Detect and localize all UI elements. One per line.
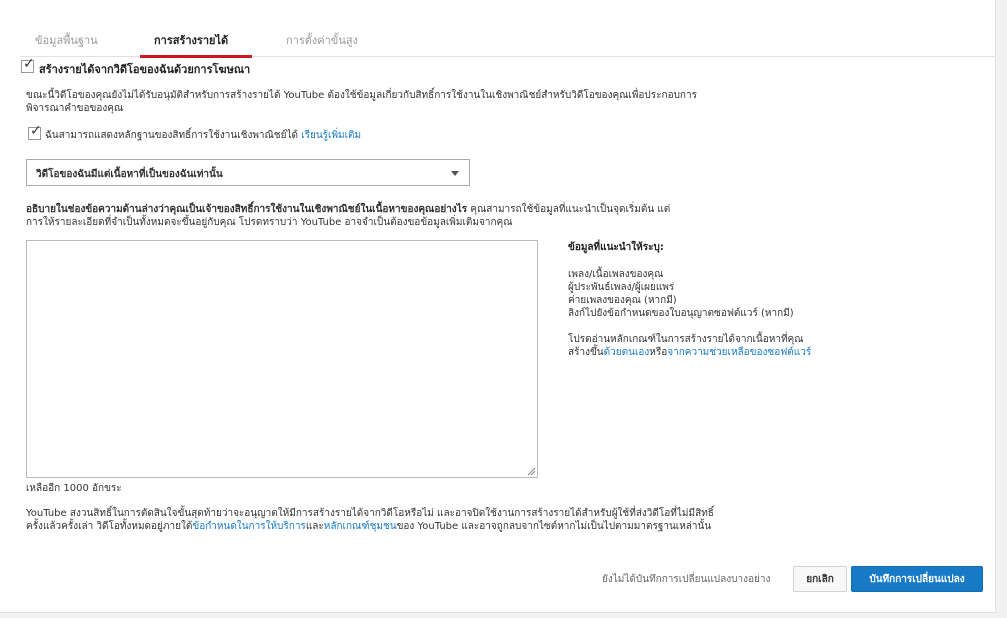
terms-of-service-link[interactable]: ข้อกำหนดในการให้บริการ [192, 521, 305, 532]
rights-label-text: ฉันสามารถแสดงหลักฐานของสิทธิ์การใช้งานเช… [45, 130, 298, 141]
notice-text-line1: ขณะนี้วิดีโอของคุณยังไม่ได้รับอนุมัติสำห… [26, 90, 697, 101]
content-ownership-select[interactable]: วิดีโอของฉันมีแต่เนื้อหาที่เป็นของฉันเท่… [26, 159, 470, 186]
chevron-down-icon [451, 171, 459, 176]
suggested-info-title: ข้อมูลที่แนะนำให้ระบุ: [568, 242, 664, 253]
save-changes-button[interactable]: บันทึกการเปลี่ยนแปลง [851, 566, 983, 592]
unsaved-changes-text: ยังไม่ได้บันทึกการเปลี่ยนแปลงบางอย่าง [602, 574, 771, 585]
video-settings-panel: ข้อมูลพื้นฐาน การสร้างรายได้ การตั้งค่าข… [0, 0, 996, 613]
legal-line2-suffix: ของ YouTube และอาจถูกลบจากไซต์หากไม่เป็น… [396, 521, 712, 532]
guidelines-note-mid: หรือ [649, 347, 668, 358]
guidelines-note-line2: สร้างขึ้นด้วยตนเองหรือจากความช่วยเหลือขอ… [568, 345, 811, 360]
software-assisted-link[interactable]: จากความช่วยเหลือของซอฟต์แวร์ [667, 347, 811, 358]
rights-description-textarea[interactable] [26, 240, 538, 478]
active-tab-indicator [140, 55, 252, 58]
notice-text-line2: พิจารณาคำขอของคุณ [26, 103, 124, 114]
suggested-item: ลิงก์ไปยังข้อกำหนดของใบอนุญาตซอฟต์แวร์ (… [568, 308, 794, 319]
describe-instructions-bold: อธิบายในช่องข้อความด้านล่างว่าคุณเป็นเจ้… [26, 204, 468, 215]
self-created-link[interactable]: ด้วยตนเอง [604, 347, 650, 358]
learn-more-link[interactable]: เรียนรู้เพิ่มเติม [301, 130, 361, 141]
commercial-rights-checkbox[interactable]: ✓ [28, 123, 42, 140]
content-ownership-select-value: วิดีโอของฉันมีแต่เนื้อหาที่เป็นของฉันเท่… [36, 169, 223, 180]
guidelines-note-prefix: สร้างขึ้น [568, 347, 604, 358]
cancel-button[interactable]: ยกเลิก [793, 566, 847, 592]
settings-tabs: ข้อมูลพื้นฐาน การสร้างรายได้ การตั้งค่าข… [20, 22, 995, 58]
monetize-checkbox-label: สร้างรายได้จากวิดีโอของฉันด้วยการโฆษณา [39, 63, 251, 76]
legal-and: และ [305, 521, 324, 532]
tab-advanced-settings[interactable]: การตั้งค่าขั้นสูง [286, 31, 358, 49]
rights-checkbox-label: ฉันสามารถแสดงหลักฐานของสิทธิ์การใช้งานเช… [45, 128, 361, 143]
describe-instructions-rest: คุณสามารถใช้ข้อมูลที่แนะนำเป็นจุดเริ่มต้… [467, 204, 671, 215]
legal-line2-prefix: ครั้งแล้วครั้งเล่า วิดีโอทั้งหมดอยู่ภายใ… [26, 521, 193, 532]
tab-basic-info[interactable]: ข้อมูลพื้นฐาน [35, 31, 98, 49]
legal-text-line2: ครั้งแล้วครั้งเล่า วิดีโอทั้งหมดอยู่ภายใ… [26, 519, 711, 534]
community-guidelines-link[interactable]: หลักเกณฑ์ชุมชน [324, 521, 397, 532]
chars-remaining: เหลืออีก 1000 อักขระ [26, 483, 122, 494]
describe-instructions-line2: การให้รายละเอียดที่จำเป็นทั้งหมดจะขึ้นอย… [26, 217, 513, 228]
tab-monetization[interactable]: การสร้างรายได้ [154, 31, 228, 49]
resize-grip-icon[interactable] [526, 466, 536, 476]
checkmark-icon: ✓ [30, 123, 42, 139]
monetize-checkbox[interactable]: ✓ [21, 56, 35, 73]
checkmark-icon: ✓ [23, 56, 35, 72]
